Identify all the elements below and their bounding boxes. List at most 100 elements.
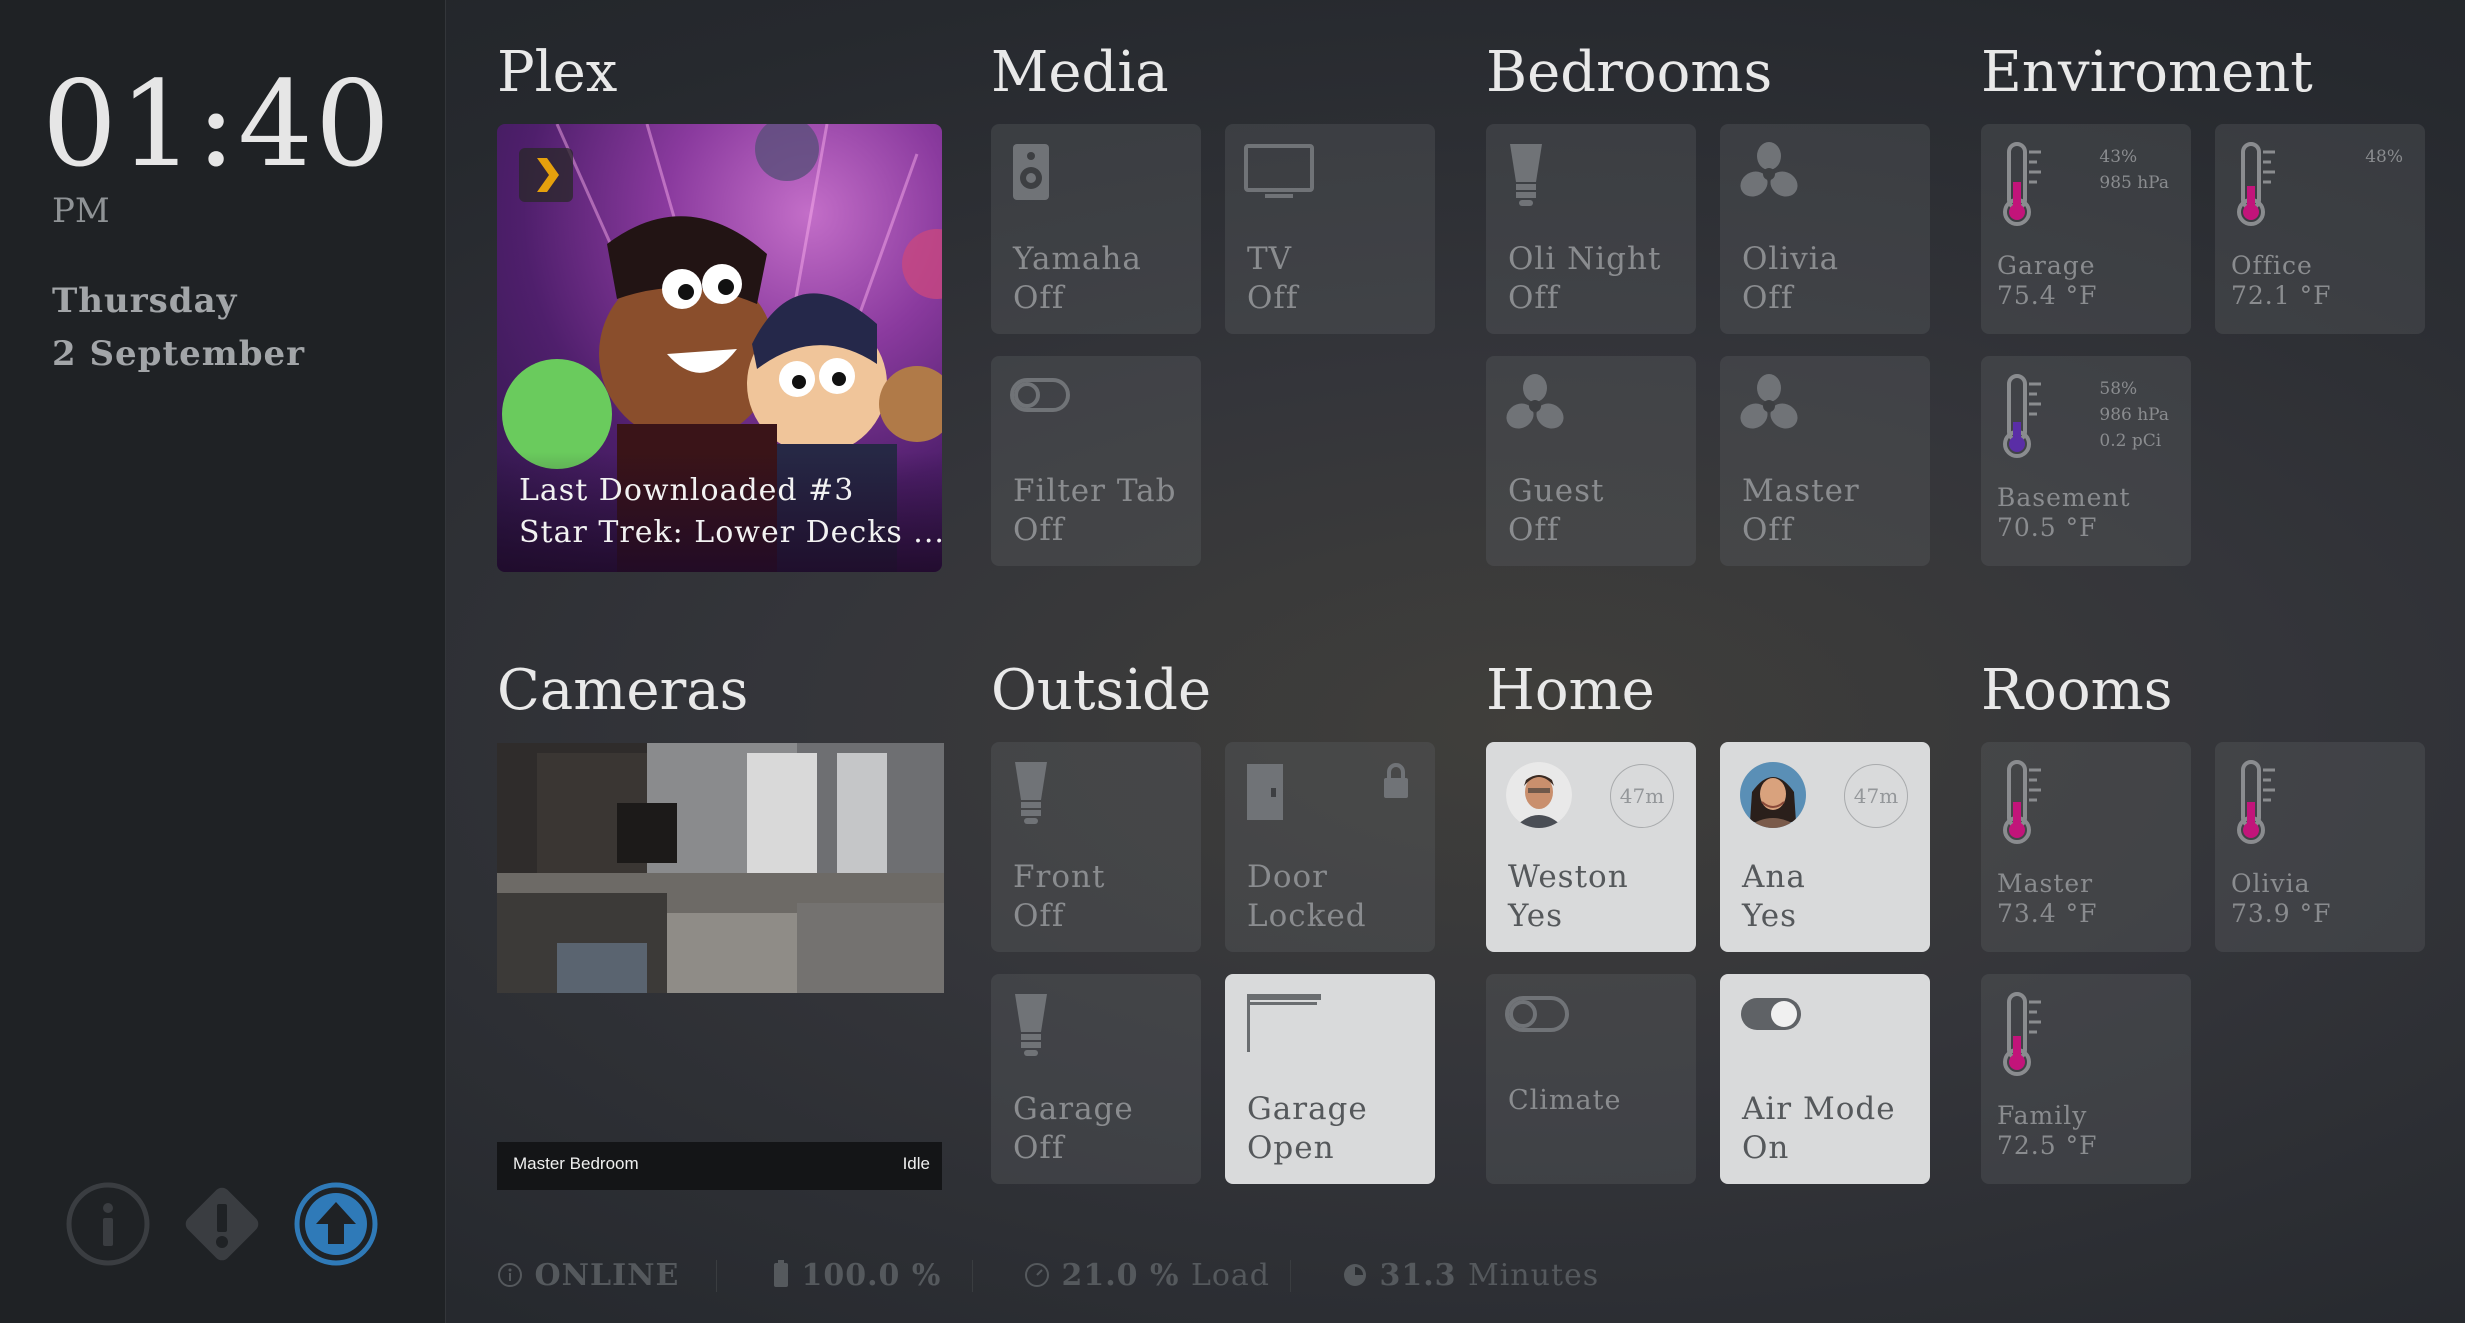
fan-icon xyxy=(1738,374,1800,440)
tile-label: Master xyxy=(1997,869,2094,898)
tile-label: Climate xyxy=(1508,1085,1622,1116)
toggle-off-icon xyxy=(1009,374,1071,418)
tile-media-filter-tab[interactable]: Filter Tab Off xyxy=(991,356,1201,566)
speaker-icon xyxy=(1009,142,1053,206)
tile-outside-garage-light[interactable]: Garage Off xyxy=(991,974,1201,1184)
camera-info-bar: Master Bedroom Idle xyxy=(497,1142,942,1190)
thermometer-icon xyxy=(2233,142,2283,232)
tile-value: 72.1 °F xyxy=(2231,281,2332,310)
status-load-value: 21.0 % xyxy=(1061,1258,1180,1293)
camera-name: Master Bedroom xyxy=(513,1154,639,1173)
garage-door-icon xyxy=(1243,992,1323,1058)
tile-bedroom-olivia[interactable]: Olivia Off xyxy=(1720,124,1930,334)
toggle-off-icon xyxy=(1504,992,1570,1038)
tile-bedroom-guest[interactable]: Guest Off xyxy=(1486,356,1696,566)
plex-caption-line2: Star Trek: Lower Decks ... xyxy=(519,515,942,550)
status-load: 21.0 % Load xyxy=(1024,1258,1270,1293)
fan-icon xyxy=(1504,374,1566,440)
bulb-icon xyxy=(1009,760,1053,830)
tile-label: Oli Night xyxy=(1508,241,1662,277)
tile-room-master[interactable]: Master 73.4 °F xyxy=(1981,742,2191,952)
tile-media-yamaha[interactable]: Yamaha Off xyxy=(991,124,1201,334)
lock-icon xyxy=(1381,762,1411,804)
avatar xyxy=(1506,762,1572,828)
tile-label: Olivia xyxy=(1742,241,1840,277)
status-battery-value: 100.0 % xyxy=(801,1258,942,1293)
plex-now-card[interactable]: Last Downloaded #3 Star Trek: Lower Deck… xyxy=(497,124,942,572)
tile-value: 73.4 °F xyxy=(1997,899,2098,928)
tile-bedroom-master[interactable]: Master Off xyxy=(1720,356,1930,566)
status-runtime-label: Minutes xyxy=(1467,1258,1600,1293)
tile-label: Ana xyxy=(1742,859,1806,895)
status-divider xyxy=(716,1260,717,1292)
upload-arrow-icon[interactable] xyxy=(294,1182,378,1266)
tile-home-climate[interactable]: Climate xyxy=(1486,974,1696,1184)
tile-room-family[interactable]: Family 72.5 °F xyxy=(1981,974,2191,1184)
door-icon xyxy=(1243,760,1287,826)
env-humidity: 43% xyxy=(2099,147,2138,167)
status-online: ONLINE xyxy=(497,1258,679,1293)
tile-label: Family xyxy=(1997,1101,2088,1130)
tile-room-olivia[interactable]: Olivia 73.9 °F xyxy=(2215,742,2425,952)
tile-value: 75.4 °F xyxy=(1997,281,2098,310)
status-divider xyxy=(972,1260,973,1292)
tile-state: Off xyxy=(1013,512,1065,548)
section-title-home: Home xyxy=(1486,658,1655,723)
tile-value: 72.5 °F xyxy=(1997,1131,2098,1160)
tile-home-air-mode[interactable]: Air Mode On xyxy=(1720,974,1930,1184)
presence-duration-badge: 47m xyxy=(1844,764,1908,828)
tile-media-tv[interactable]: TV Off xyxy=(1225,124,1435,334)
tile-state: On xyxy=(1742,1130,1790,1166)
tile-state: Off xyxy=(1742,280,1794,316)
tile-outside-front[interactable]: Front Off xyxy=(991,742,1201,952)
info-icon[interactable] xyxy=(66,1182,150,1266)
tile-bedroom-oli-night[interactable]: Oli Night Off xyxy=(1486,124,1696,334)
status-battery: 100.0 % xyxy=(772,1258,941,1293)
tile-value: 73.9 °F xyxy=(2231,899,2332,928)
clock-ampm: PM xyxy=(52,191,110,231)
status-load-label: Load xyxy=(1190,1258,1271,1293)
tile-env-basement[interactable]: 58% 986 hPa 0.2 pCi Basement 70.5 °F xyxy=(1981,356,2191,566)
tile-state: Yes xyxy=(1508,898,1564,934)
tile-state: Off xyxy=(1742,512,1794,548)
tile-state: Off xyxy=(1013,1130,1065,1166)
section-title-outside: Outside xyxy=(991,658,1212,723)
tile-state: Off xyxy=(1508,280,1560,316)
camera-snapshot xyxy=(497,743,944,993)
tile-label: Filter Tab xyxy=(1013,473,1177,509)
tile-label: TV xyxy=(1247,241,1293,277)
status-runtime-value: 31.3 xyxy=(1379,1258,1457,1293)
thermometer-icon xyxy=(2233,760,2283,850)
tile-state: Off xyxy=(1247,280,1299,316)
tile-outside-door[interactable]: Door Locked xyxy=(1225,742,1435,952)
tile-state: Open xyxy=(1247,1130,1335,1166)
section-title-environment: Enviroment xyxy=(1981,40,2313,105)
tile-state: Off xyxy=(1013,898,1065,934)
avatar xyxy=(1740,762,1806,828)
tile-state: Locked xyxy=(1247,898,1367,934)
plex-logo-icon xyxy=(519,148,573,202)
fan-icon xyxy=(1738,142,1800,208)
env-pressure: 986 hPa xyxy=(2099,405,2169,425)
tile-env-garage[interactable]: 43% 985 hPa Garage 75.4 °F xyxy=(1981,124,2191,334)
section-title-cameras: Cameras xyxy=(497,658,749,723)
plex-caption: Last Downloaded #3 Star Trek: Lower Deck… xyxy=(497,452,942,572)
env-readings: 48% xyxy=(2365,144,2403,170)
tile-label: Basement xyxy=(1997,483,2131,512)
tile-label: Garage xyxy=(1247,1091,1368,1127)
tile-env-office[interactable]: 48% Office 72.1 °F xyxy=(2215,124,2425,334)
tile-person-weston[interactable]: 47m Weston Yes xyxy=(1486,742,1696,952)
status-online-text: ONLINE xyxy=(534,1258,680,1293)
camera-feed[interactable] xyxy=(497,743,944,993)
tile-label: Garage xyxy=(1013,1091,1134,1127)
gauge-icon xyxy=(1025,1263,1049,1287)
tile-label: Front xyxy=(1013,859,1106,895)
alert-diamond-icon[interactable] xyxy=(180,1182,264,1266)
tile-label: Office xyxy=(2231,251,2313,280)
status-runtime: 31.3 Minutes xyxy=(1342,1258,1599,1293)
camera-status: Idle xyxy=(902,1154,930,1173)
tile-person-ana[interactable]: 47m Ana Yes xyxy=(1720,742,1930,952)
status-divider xyxy=(1290,1260,1291,1292)
section-title-plex: Plex xyxy=(497,40,618,105)
tile-outside-garage-door[interactable]: Garage Open xyxy=(1225,974,1435,1184)
